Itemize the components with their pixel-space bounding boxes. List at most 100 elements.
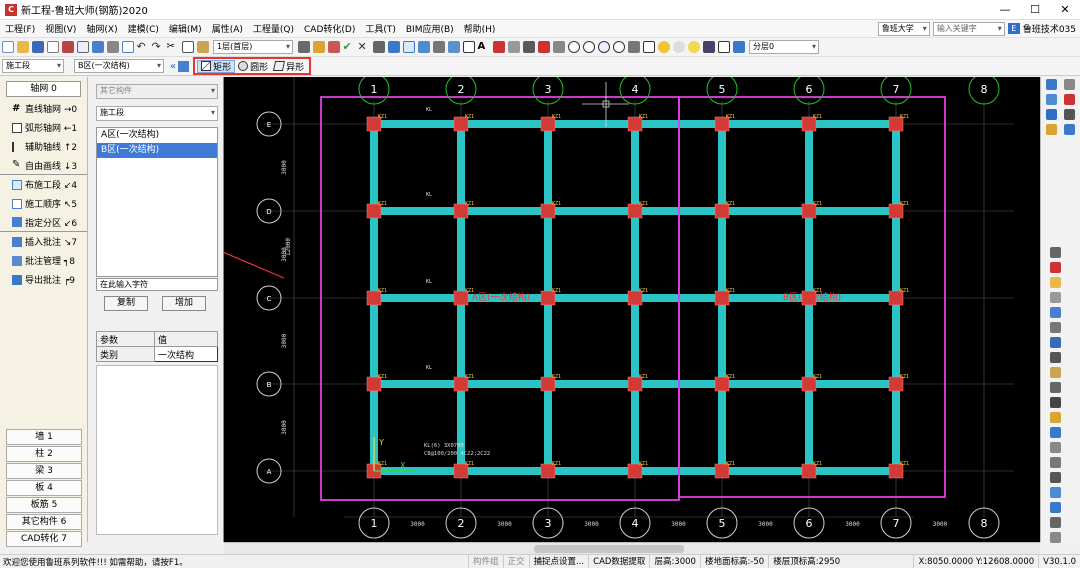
category-column[interactable]: 柱 2 — [6, 446, 82, 462]
tool-construction-order[interactable]: 施工顺序 ↖5 — [0, 194, 87, 213]
refresh-icon[interactable] — [642, 41, 655, 53]
rotate-icon[interactable] — [552, 41, 565, 53]
scrollbar-thumb[interactable] — [534, 545, 684, 553]
zoom-extents-icon[interactable] — [612, 41, 625, 53]
shape-circle-button[interactable]: 圆形 — [235, 60, 271, 73]
tag-icon[interactable] — [1050, 292, 1061, 303]
add-button[interactable]: 增加 — [162, 296, 206, 311]
menu-project[interactable]: 工程(F) — [0, 22, 40, 35]
move-icon[interactable] — [387, 41, 400, 53]
export-icon[interactable] — [537, 41, 550, 53]
redo-icon[interactable]: ↷ — [152, 41, 164, 53]
menu-bim[interactable]: BIM应用(B) — [401, 22, 459, 35]
menu-edit[interactable]: 编辑(M) — [164, 22, 207, 35]
floor-copy-icon[interactable] — [297, 41, 310, 53]
chamfer-icon[interactable] — [1050, 502, 1061, 513]
close-button[interactable]: ✕ — [1050, 0, 1080, 20]
lock-open-icon[interactable] — [1050, 277, 1061, 288]
join-icon[interactable] — [1050, 427, 1061, 438]
scale-icon[interactable] — [1050, 397, 1061, 408]
university-dropdown[interactable]: 鲁班大学 — [877, 21, 930, 36]
measure-icon[interactable] — [1050, 412, 1061, 423]
param-value[interactable]: 一次结构 — [154, 346, 218, 362]
section-icon[interactable] — [492, 41, 505, 53]
move-icon[interactable] — [1050, 352, 1061, 363]
new-file-icon[interactable] — [1, 41, 14, 53]
drawing-canvas[interactable]: KZ1 KZ1 KZ1 KZ1 KZ1 KZ1 KZ1 KZ1 KZ1 KZ1 KZ1 KZ1 KZ1 K… — [224, 77, 1040, 542]
menu-cad[interactable]: CAD转化(D) — [299, 22, 360, 35]
save-icon[interactable] — [31, 41, 44, 53]
display-icon[interactable] — [717, 41, 730, 53]
array-icon[interactable] — [1050, 532, 1061, 543]
bulb-off-icon[interactable] — [672, 41, 685, 53]
category-slab[interactable]: 板 4 — [6, 480, 82, 496]
shield-icon[interactable] — [1046, 79, 1057, 90]
tool-assign-zone[interactable]: 指定分区 ↙6 — [0, 213, 87, 232]
layer-icon[interactable] — [312, 41, 325, 53]
category-beam[interactable]: 梁 3 — [6, 463, 82, 479]
user-icon[interactable]: E — [1007, 23, 1020, 34]
lock-icon[interactable] — [1046, 124, 1057, 135]
search-input[interactable]: 输入关键字 — [932, 21, 1005, 36]
layers-icon[interactable] — [1064, 79, 1075, 90]
measure-icon[interactable] — [507, 41, 520, 53]
select-all-icon[interactable] — [417, 41, 430, 53]
ruler-icon[interactable] — [1050, 307, 1061, 318]
zoom-window-icon[interactable] — [597, 41, 610, 53]
tool-insert-note[interactable]: 插入批注 ↘7 — [0, 232, 87, 251]
segment-dropdown[interactable]: 施工段 — [96, 106, 218, 121]
tool-free-line[interactable]: ✎ 自由画线 ↓3 — [0, 156, 87, 175]
menu-tools[interactable]: 工具(T) — [360, 22, 401, 35]
account-name[interactable]: 鲁班技术035 — [1023, 22, 1076, 35]
tool-straight-grid[interactable]: # 直线轴网 →0 — [0, 99, 87, 118]
check-icon[interactable]: ✔ — [343, 41, 355, 53]
category-slab-rebar[interactable]: 板筋 5 — [6, 497, 82, 513]
shape-irregular-button[interactable]: 异形 — [271, 60, 307, 73]
grid-header[interactable]: 轴网 0 — [6, 81, 81, 97]
rotate-icon[interactable] — [1050, 367, 1061, 378]
mirror-icon[interactable] — [447, 41, 460, 53]
copy-button[interactable]: 复制 — [104, 296, 148, 311]
eraser-icon[interactable] — [1050, 322, 1061, 333]
stack-icon[interactable] — [522, 41, 535, 53]
fillet-icon[interactable] — [1050, 517, 1061, 528]
extend-icon[interactable] — [1050, 487, 1061, 498]
light-icon[interactable] — [687, 41, 700, 53]
checklist-icon[interactable] — [46, 41, 59, 53]
shape-rectangle-button[interactable]: 矩形 — [197, 59, 236, 73]
cad-extract[interactable]: CAD数据提取 — [588, 555, 649, 568]
table-icon[interactable] — [121, 41, 134, 53]
tool-note-manage[interactable]: 批注管理 ┑8 — [0, 251, 87, 270]
mail-icon[interactable] — [1046, 109, 1057, 120]
maximize-button[interactable]: ☐ — [1020, 0, 1050, 20]
category-cad[interactable]: CAD转化 7 — [6, 531, 82, 547]
layer-dropdown[interactable]: 分层0 — [749, 40, 819, 54]
name-input[interactable]: 在此输入字符 — [96, 278, 218, 291]
cut-icon[interactable]: ✂ — [167, 41, 179, 53]
paint-icon[interactable] — [327, 41, 340, 53]
horizontal-scrollbar[interactable] — [224, 542, 1040, 554]
tool-place-segment[interactable]: 布施工段 ↙4 — [0, 175, 87, 194]
menu-help[interactable]: 帮助(H) — [459, 22, 501, 35]
align-icon[interactable] — [1050, 382, 1061, 393]
lock-closed-icon[interactable] — [1050, 262, 1061, 273]
select-window-icon[interactable] — [402, 41, 415, 53]
break-icon[interactable] — [1050, 457, 1061, 468]
frame-icon[interactable] — [702, 41, 715, 53]
category-other[interactable]: 其它构件 6 — [6, 514, 82, 530]
double-chevron-icon[interactable]: « — [170, 61, 176, 72]
pen-icon[interactable] — [372, 41, 385, 53]
menu-grid[interactable]: 轴网(X) — [81, 22, 122, 35]
zoom-in-icon[interactable] — [567, 41, 580, 53]
print-icon[interactable] — [106, 41, 119, 53]
trim-icon[interactable] — [1050, 472, 1061, 483]
bulb-icon[interactable] — [657, 41, 670, 53]
minimize-button[interactable]: — — [990, 0, 1020, 20]
gear-icon[interactable] — [1064, 109, 1075, 120]
delete-x-icon[interactable]: ✕ — [358, 41, 370, 53]
binoculars-icon[interactable] — [1050, 247, 1061, 258]
list-item-zone-b[interactable]: B区(一次结构) — [97, 143, 217, 158]
snap-settings[interactable]: 捕捉点设置... — [528, 555, 589, 568]
segment-tool-icon[interactable] — [178, 60, 190, 72]
copy-icon[interactable] — [181, 41, 194, 53]
